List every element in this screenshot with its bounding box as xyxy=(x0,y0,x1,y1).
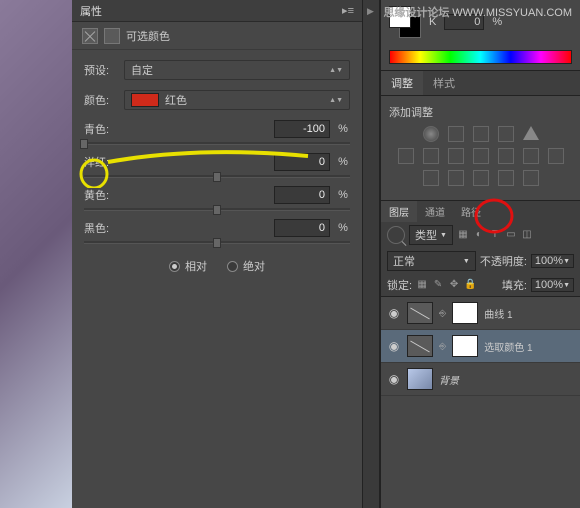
cyan-label: 青色: xyxy=(84,121,124,137)
sub-title: 可选颜色 xyxy=(126,28,170,44)
yellow-slider[interactable] xyxy=(84,208,350,211)
levels-icon[interactable] xyxy=(448,126,464,142)
absolute-radio[interactable]: 绝对 xyxy=(227,258,265,274)
lock-label: 锁定: xyxy=(387,277,412,293)
invert-icon[interactable] xyxy=(423,170,439,186)
curves-thumb xyxy=(407,302,433,324)
panel-header: 属性 ▸≡ xyxy=(72,0,362,22)
filter-kind-select[interactable]: 类型▼ xyxy=(409,225,453,245)
watermark: 思缘设计论坛 WWW.MISSYUAN.COM xyxy=(383,4,572,20)
layer-background[interactable]: ◉ 背景 xyxy=(381,363,580,396)
fill-label: 填充: xyxy=(502,277,527,293)
filter-shape-icon[interactable]: ▭ xyxy=(505,229,517,241)
black-slider[interactable] xyxy=(84,241,350,244)
tab-channels[interactable]: 通道 xyxy=(417,201,453,222)
spectrum-bar[interactable] xyxy=(389,50,572,64)
lock-pixels-icon[interactable]: ✎ xyxy=(432,279,444,291)
channel-mixer-icon[interactable] xyxy=(523,148,539,164)
filter-pixel-icon[interactable]: ▦ xyxy=(457,229,469,241)
filter-type-icon[interactable]: T xyxy=(489,229,501,241)
vibrance-icon[interactable] xyxy=(398,148,414,164)
right-column: K % 调整 样式 添加调整 xyxy=(380,0,580,508)
fill-input[interactable]: 100%▼ xyxy=(531,278,574,292)
link-icon: ⎆ xyxy=(439,308,446,319)
cyan-slider[interactable] xyxy=(84,142,350,145)
yellow-label: 黄色: xyxy=(84,187,124,203)
selective-color-adj-icon[interactable] xyxy=(498,170,514,186)
magenta-input[interactable] xyxy=(274,153,330,171)
tab-layers[interactable]: 图层 xyxy=(381,201,417,222)
magenta-slider[interactable] xyxy=(84,175,350,178)
filter-adjust-icon[interactable]: ◐ xyxy=(473,229,485,241)
preset-select[interactable]: 自定 ▲▼ xyxy=(124,60,350,80)
exposure-icon[interactable] xyxy=(498,126,514,142)
threshold-icon[interactable] xyxy=(523,126,539,140)
visibility-icon[interactable]: ◉ xyxy=(387,372,401,386)
lookup-icon[interactable] xyxy=(548,148,564,164)
gradient-map-icon[interactable] xyxy=(523,170,539,186)
relative-radio[interactable]: 相对 xyxy=(169,258,207,274)
opacity-label: 不透明度: xyxy=(480,253,527,269)
properties-panel: 属性 ▸≡ 可选颜色 预设: 自定 ▲▼ 颜色: 红色 ▲▼ 青色: xyxy=(72,0,362,508)
color-balance-icon[interactable] xyxy=(448,148,464,164)
visibility-icon[interactable]: ◉ xyxy=(387,306,401,320)
black-input[interactable] xyxy=(274,219,330,237)
threshold2-icon[interactable] xyxy=(473,170,489,186)
cyan-input[interactable] xyxy=(274,120,330,138)
photo-filter-icon[interactable] xyxy=(498,148,514,164)
brightness-icon[interactable] xyxy=(423,126,439,142)
selective-color-icon xyxy=(82,28,98,44)
link-icon: ⎆ xyxy=(439,341,446,352)
sub-header: 可选颜色 xyxy=(72,22,362,50)
selective-thumb xyxy=(407,335,433,357)
panel-title: 属性 xyxy=(80,3,102,19)
black-label: 黑色: xyxy=(84,220,124,236)
color-swatch xyxy=(131,93,159,107)
background-thumb xyxy=(407,368,433,390)
lock-all-icon[interactable]: 🔒 xyxy=(464,279,476,291)
mask-thumb xyxy=(452,335,478,357)
layer-selective-color[interactable]: ◉ ⎆ 选取颜色 1 xyxy=(381,330,580,363)
mask-thumb xyxy=(452,302,478,324)
tab-paths[interactable]: 路径 xyxy=(453,201,489,222)
filter-smart-icon[interactable]: ◫ xyxy=(521,229,533,241)
collapse-strip[interactable]: ▶ xyxy=(362,0,380,508)
preset-label: 预设: xyxy=(84,62,118,78)
image-edge xyxy=(0,0,72,508)
lock-transparent-icon[interactable]: ▦ xyxy=(416,279,428,291)
visibility-icon[interactable]: ◉ xyxy=(387,339,401,353)
color-label: 颜色: xyxy=(84,92,118,108)
bw-icon[interactable] xyxy=(473,148,489,164)
blend-mode-select[interactable]: 正常▼ xyxy=(387,251,476,271)
tab-styles[interactable]: 样式 xyxy=(423,71,465,95)
lock-position-icon[interactable]: ✥ xyxy=(448,279,460,291)
yellow-input[interactable] xyxy=(274,186,330,204)
posterize-icon[interactable] xyxy=(448,170,464,186)
hue-icon[interactable] xyxy=(423,148,439,164)
opacity-input[interactable]: 100%▼ xyxy=(531,254,574,268)
curves-icon[interactable] xyxy=(473,126,489,142)
panel-menu-icon[interactable]: ▸≡ xyxy=(342,4,354,17)
add-adjustment-label: 添加调整 xyxy=(389,104,572,120)
mask-icon[interactable] xyxy=(104,28,120,44)
tab-adjustments[interactable]: 调整 xyxy=(381,71,423,95)
layer-curves[interactable]: ◉ ⎆ 曲线 1 xyxy=(381,297,580,330)
color-select[interactable]: 红色 ▲▼ xyxy=(124,90,350,110)
filter-search-icon[interactable] xyxy=(387,226,405,244)
magenta-label: 洋红: xyxy=(84,154,124,170)
